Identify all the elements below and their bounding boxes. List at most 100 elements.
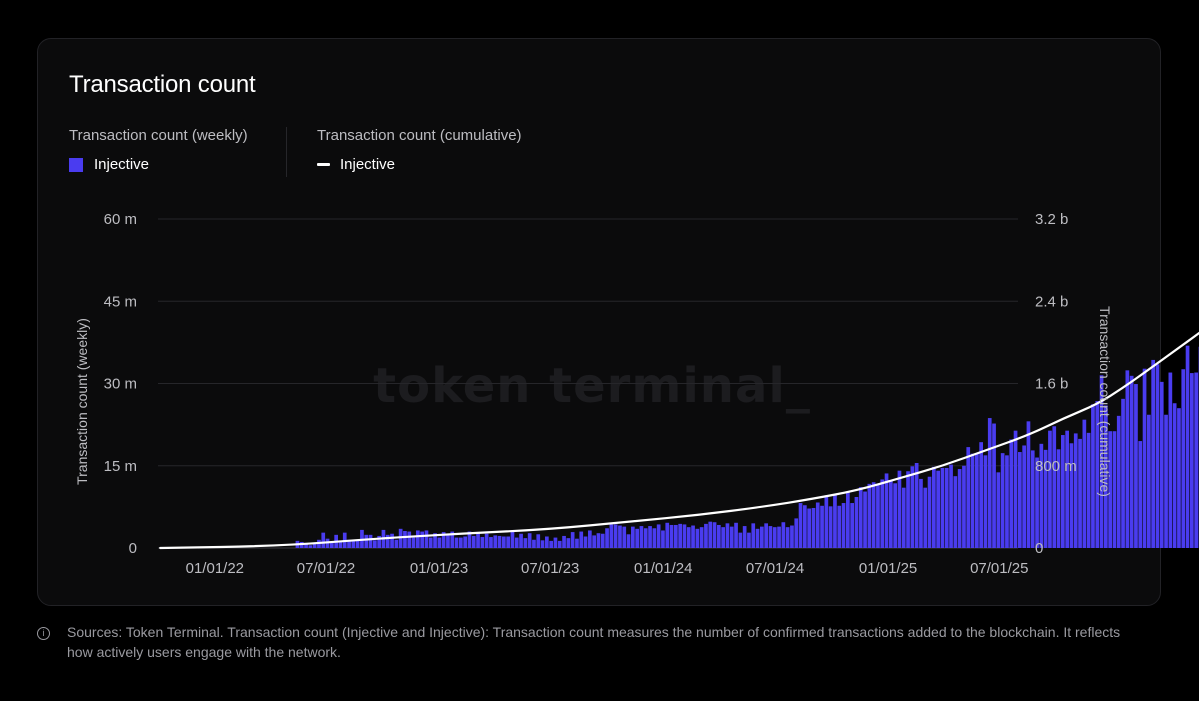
bar — [790, 525, 794, 548]
bar — [949, 464, 953, 548]
bar — [738, 532, 743, 548]
bar — [639, 526, 644, 548]
bar — [674, 524, 678, 548]
bar — [600, 533, 605, 548]
bar — [1000, 453, 1005, 548]
bar — [562, 535, 566, 548]
bar — [1177, 408, 1181, 548]
bar — [1138, 441, 1143, 548]
watermark-text: token terminal_ — [373, 358, 811, 414]
bar — [579, 531, 584, 548]
bar — [1172, 403, 1177, 548]
bar — [983, 455, 988, 548]
y-tick-label: 30 m — [104, 376, 137, 393]
bar — [1065, 430, 1069, 548]
bar — [403, 531, 407, 548]
bar — [1194, 372, 1198, 548]
bar — [575, 538, 579, 548]
bar — [936, 470, 940, 548]
bar — [1013, 430, 1018, 548]
bar — [897, 470, 902, 548]
bar — [622, 526, 627, 548]
bar — [416, 530, 420, 548]
bar — [355, 540, 360, 548]
bar — [979, 442, 983, 548]
bar — [1155, 364, 1160, 548]
x-tick-label: 07/01/22 — [297, 560, 355, 577]
bar — [493, 535, 498, 548]
bar — [996, 472, 1001, 548]
bar — [1048, 430, 1052, 548]
bar — [532, 539, 536, 548]
bar — [553, 537, 558, 548]
bar — [1129, 375, 1134, 548]
bar — [1168, 372, 1173, 548]
bar — [906, 471, 910, 548]
bar — [1061, 435, 1065, 548]
bar — [618, 525, 622, 548]
bar — [549, 540, 553, 548]
bar — [975, 453, 979, 548]
x-tick-label: 01/01/23 — [410, 560, 468, 577]
bar — [1151, 359, 1155, 548]
y-tick-label: 60 m — [104, 211, 137, 228]
bar — [962, 465, 966, 548]
bar — [635, 528, 639, 548]
bar — [497, 535, 502, 548]
bar — [889, 480, 893, 548]
bar — [643, 528, 648, 548]
bar — [682, 524, 687, 548]
bar — [308, 545, 313, 548]
bar — [794, 518, 799, 548]
bar — [368, 534, 373, 548]
y-tick-label: 15 m — [104, 458, 137, 475]
bar — [798, 503, 803, 548]
bar — [1026, 421, 1031, 548]
bar — [777, 526, 781, 548]
bar — [966, 447, 971, 548]
bar — [919, 478, 923, 548]
bar — [854, 497, 859, 548]
bar — [420, 531, 424, 548]
bar — [1159, 381, 1164, 548]
bar — [523, 538, 528, 548]
bar — [1086, 432, 1091, 548]
bar — [708, 521, 713, 548]
bar — [385, 534, 390, 548]
bar — [1147, 414, 1151, 548]
bar — [987, 418, 992, 548]
bar — [755, 528, 760, 548]
bar — [725, 523, 730, 548]
bar — [691, 525, 695, 548]
bar — [712, 522, 717, 548]
y2-axis-title: Transaction count (cumulative) — [1097, 306, 1113, 497]
bar — [803, 505, 807, 548]
bar — [592, 535, 596, 548]
bar — [841, 503, 846, 548]
bar — [652, 528, 657, 548]
bar — [1125, 370, 1130, 548]
bar — [824, 495, 829, 548]
x-tick-label: 07/01/23 — [521, 560, 579, 577]
bar — [407, 531, 412, 548]
bar — [772, 527, 777, 548]
bar — [932, 466, 936, 548]
bar — [364, 534, 369, 548]
bar — [717, 524, 721, 548]
bar — [734, 522, 738, 548]
bar — [1091, 404, 1095, 548]
bar — [471, 535, 476, 548]
bar — [807, 508, 811, 548]
bar — [1116, 415, 1121, 548]
bar — [459, 537, 463, 548]
bar — [837, 505, 842, 548]
bar — [514, 537, 519, 548]
bar — [588, 530, 592, 548]
bar — [833, 494, 837, 548]
bar — [557, 540, 562, 548]
bar — [811, 507, 816, 548]
bar — [871, 482, 876, 548]
footnote: i Sources: Token Terminal. Transaction c… — [37, 622, 1137, 660]
bar — [583, 536, 588, 548]
bar — [484, 533, 489, 548]
